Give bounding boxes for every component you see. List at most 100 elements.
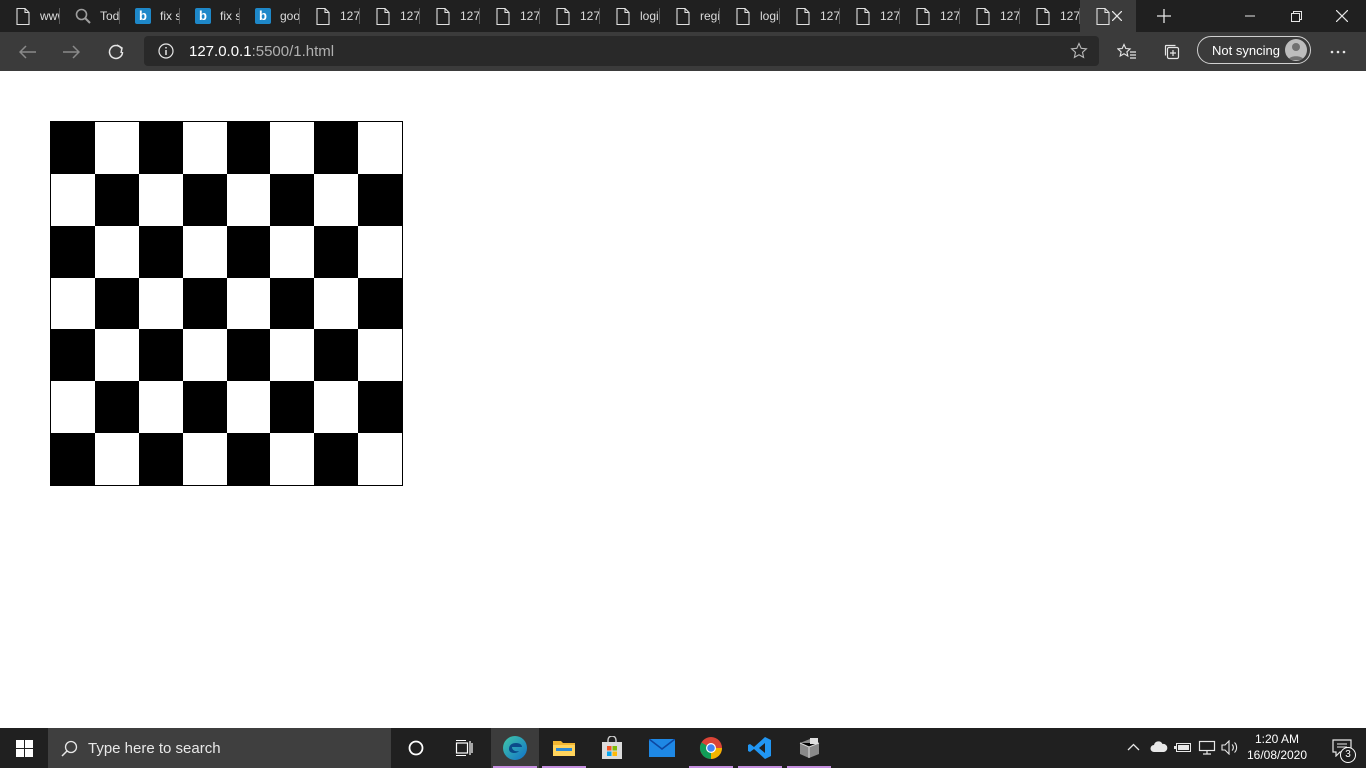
board-cell-dark [358,277,402,330]
back-arrow-icon [19,45,36,59]
tab[interactable]: regi [660,0,720,32]
board-cell-dark [226,122,271,174]
tab-title: fix s [160,9,180,23]
page-icon [314,7,332,25]
tab[interactable]: 127. [300,0,360,32]
board-cell-light [182,225,227,278]
battery-tray[interactable] [1174,742,1191,756]
chevron-up-icon [1127,743,1140,751]
tab[interactable]: 127. [480,0,540,32]
page-icon [854,7,872,25]
board-cell-light [138,277,183,330]
page-icon [1094,7,1112,25]
avatar-icon [1285,39,1307,61]
network-tray[interactable] [1198,740,1216,758]
board-cell-dark [51,433,95,485]
tab[interactable]: b fix s [180,0,240,32]
taskbar-vscode[interactable] [736,728,784,768]
tab[interactable]: 127. [840,0,900,32]
checkerboard [50,121,403,486]
refresh-icon [108,44,124,60]
taskbar-search-box[interactable]: Type here to search [48,728,391,768]
tab[interactable]: b goo [240,0,300,32]
task-view-icon [455,740,473,756]
board-cell-dark [94,173,139,226]
cortana-button[interactable] [392,728,440,768]
onedrive-tray[interactable] [1150,741,1168,756]
refresh-button[interactable] [103,39,129,65]
board-cell-light [94,433,139,485]
minimize-button[interactable] [1227,0,1273,32]
tab-title: logi [760,9,779,23]
close-window-button[interactable] [1319,0,1365,32]
task-view-button[interactable] [440,728,488,768]
start-button[interactable] [0,728,48,768]
forward-button[interactable] [58,39,84,65]
favorites-button[interactable] [1114,39,1140,65]
collections-button[interactable] [1159,39,1185,65]
board-cell-light [182,122,227,174]
board-cell-light [314,381,359,434]
taskbar-file-explorer[interactable] [540,728,588,768]
page-icon [494,7,512,25]
address-bar[interactable]: 127.0.0.1:5500/1.html [144,36,1099,66]
page-icon [974,7,992,25]
tab[interactable]: 127. [960,0,1020,32]
back-button[interactable] [15,39,41,65]
new-tab-button[interactable] [1152,4,1176,28]
tab[interactable]: www [0,0,60,32]
taskbar-chrome[interactable] [687,728,735,768]
tab[interactable]: logi [720,0,780,32]
taskbar-mail[interactable] [638,728,686,768]
board-cell-light [358,122,402,174]
taskbar-clock[interactable]: 1:20 AM 16/08/2020 [1244,731,1310,763]
restore-icon [1290,10,1302,22]
tab-active[interactable] [1080,0,1136,32]
profile-sync-button[interactable]: Not syncing [1197,36,1311,64]
network-icon [1198,740,1216,755]
board-cell-dark [314,433,359,485]
tab[interactable]: 127. [900,0,960,32]
taskbar-app[interactable] [785,728,833,768]
tab[interactable]: logi [600,0,660,32]
collections-icon [1164,44,1180,60]
board-cell-dark [314,225,359,278]
board-cell-dark [270,173,315,226]
show-hidden-icons-button[interactable] [1127,740,1140,754]
notification-count-badge: 3 [1340,747,1356,763]
board-cell-dark [270,381,315,434]
plus-icon [1157,9,1171,23]
action-center-button[interactable]: 3 [1318,728,1366,768]
tab-title: 127. [1000,9,1020,23]
board-cell-dark [138,225,183,278]
tab[interactable]: 127. [1020,0,1080,32]
address-text[interactable]: 127.0.0.1:5500/1.html [189,43,334,60]
volume-tray[interactable] [1221,739,1239,758]
board-cell-dark [314,329,359,382]
close-tab-button[interactable] [1111,10,1123,24]
page-icon [374,7,392,25]
tab-title: 127. [520,9,540,23]
cortana-circle-icon [408,740,424,756]
settings-more-button[interactable] [1325,39,1351,65]
clock-time: 1:20 AM [1254,732,1300,746]
info-icon[interactable] [158,43,174,59]
tab[interactable]: 127. [540,0,600,32]
search-icon [74,7,92,25]
taskbar-store[interactable] [588,728,636,768]
board-cell-light [314,173,359,226]
tab[interactable]: 127. [780,0,840,32]
tab[interactable]: Toda [60,0,120,32]
clock-date: 16/08/2020 [1246,748,1308,762]
tab[interactable]: 127. [360,0,420,32]
board-cell-dark [51,225,95,278]
taskbar-edge[interactable] [491,728,539,768]
favorite-star-icon[interactable] [1070,42,1088,60]
board-cell-light [226,277,271,330]
restore-button[interactable] [1273,0,1319,32]
tab[interactable]: 127. [420,0,480,32]
board-cell-dark [226,329,271,382]
board-cell-dark [138,433,183,485]
tab[interactable]: b fix s [120,0,180,32]
tab-title: 127. [880,9,900,23]
